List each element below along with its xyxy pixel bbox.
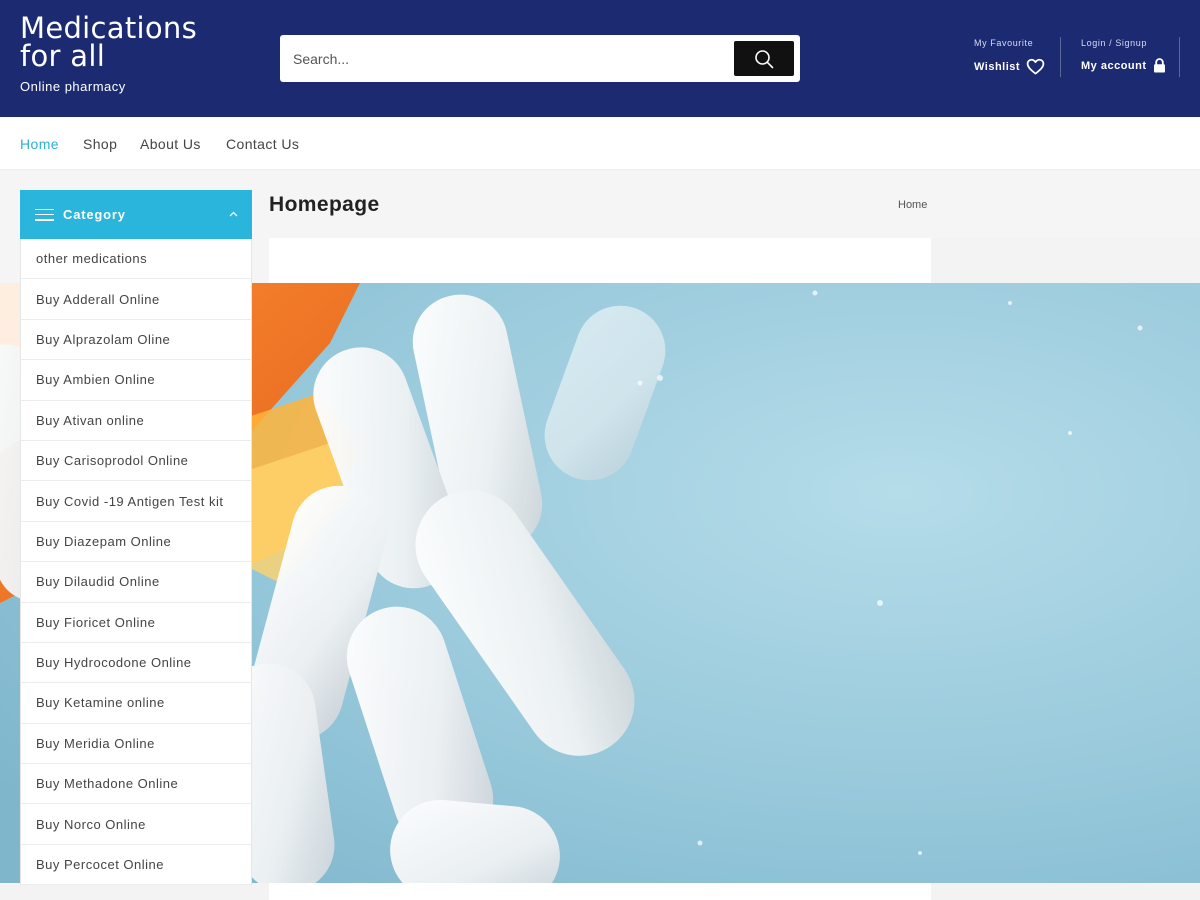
search-bar — [280, 35, 800, 82]
nav-shop[interactable]: Shop — [83, 136, 117, 152]
nav-contact-us[interactable]: Contact Us — [226, 136, 299, 152]
search-input[interactable] — [280, 35, 730, 82]
brand-title-line-2: for all — [20, 39, 106, 73]
category-title: Category — [63, 207, 126, 222]
account-caption: Login / Signup — [1081, 38, 1147, 48]
brand-tagline: Online pharmacy — [20, 79, 126, 94]
bottom-content-panel — [269, 883, 931, 900]
heart-icon — [1026, 58, 1045, 75]
category-item[interactable]: Buy Covid -19 Antigen Test kit — [21, 481, 251, 522]
account-label: My account — [1081, 59, 1147, 72]
header-divider-right — [1179, 37, 1180, 77]
category-item[interactable]: Buy Diazepam Online — [21, 522, 251, 563]
category-item[interactable]: Buy Methadone Online — [21, 764, 251, 805]
content-panel — [269, 238, 931, 283]
category-toggle[interactable]: Category — [20, 190, 252, 239]
nav-home[interactable]: Home — [20, 136, 59, 152]
category-item[interactable]: Buy Ketamine online — [21, 683, 251, 724]
nav-about-us[interactable]: About Us — [140, 136, 201, 152]
hamburger-icon — [35, 208, 54, 221]
search-button[interactable] — [734, 41, 794, 76]
header-divider — [1060, 37, 1061, 77]
page-title: Homepage — [269, 193, 380, 216]
category-item[interactable]: Buy Alprazolam Oline — [21, 320, 251, 361]
breadcrumb-home[interactable]: Home — [898, 199, 927, 211]
category-item[interactable]: Buy Fioricet Online — [21, 603, 251, 643]
account-link[interactable]: Login / Signup My account — [1081, 38, 1166, 73]
wishlist-link[interactable]: My Favourite Wishlist — [974, 38, 1045, 75]
category-list: other medications Buy Adderall Online Bu… — [20, 239, 252, 886]
chevron-up-icon — [229, 211, 238, 217]
category-item[interactable]: Buy Percocet Online — [21, 845, 251, 886]
category-item[interactable]: Buy Adderall Online — [21, 279, 251, 320]
brand-title: Medications for all — [20, 11, 198, 73]
wishlist-caption: My Favourite — [974, 38, 1034, 48]
category-item[interactable]: other medications — [21, 239, 251, 280]
right-gutter — [931, 238, 1200, 283]
category-item[interactable]: Buy Carisoprodol Online — [21, 441, 251, 482]
category-item[interactable]: Buy Ambien Online — [21, 360, 251, 401]
site-header: Medications for all Online pharmacy My F… — [0, 0, 1200, 117]
site-brand[interactable]: Medications for all Online pharmacy — [20, 11, 198, 95]
category-item[interactable]: Buy Dilaudid Online — [21, 562, 251, 603]
category-item[interactable]: Buy Norco Online — [21, 804, 251, 845]
search-icon — [755, 49, 774, 68]
category-item[interactable]: Buy Ativan online — [21, 401, 251, 441]
main-nav: Home Shop About Us Contact Us — [0, 117, 1200, 170]
category-item[interactable]: Buy Hydrocodone Online — [21, 643, 251, 684]
brand-title-line-1: Medications — [20, 11, 198, 45]
wishlist-label: Wishlist — [974, 60, 1021, 73]
lock-icon — [1153, 58, 1165, 73]
category-item[interactable]: Buy Meridia Online — [21, 724, 251, 765]
